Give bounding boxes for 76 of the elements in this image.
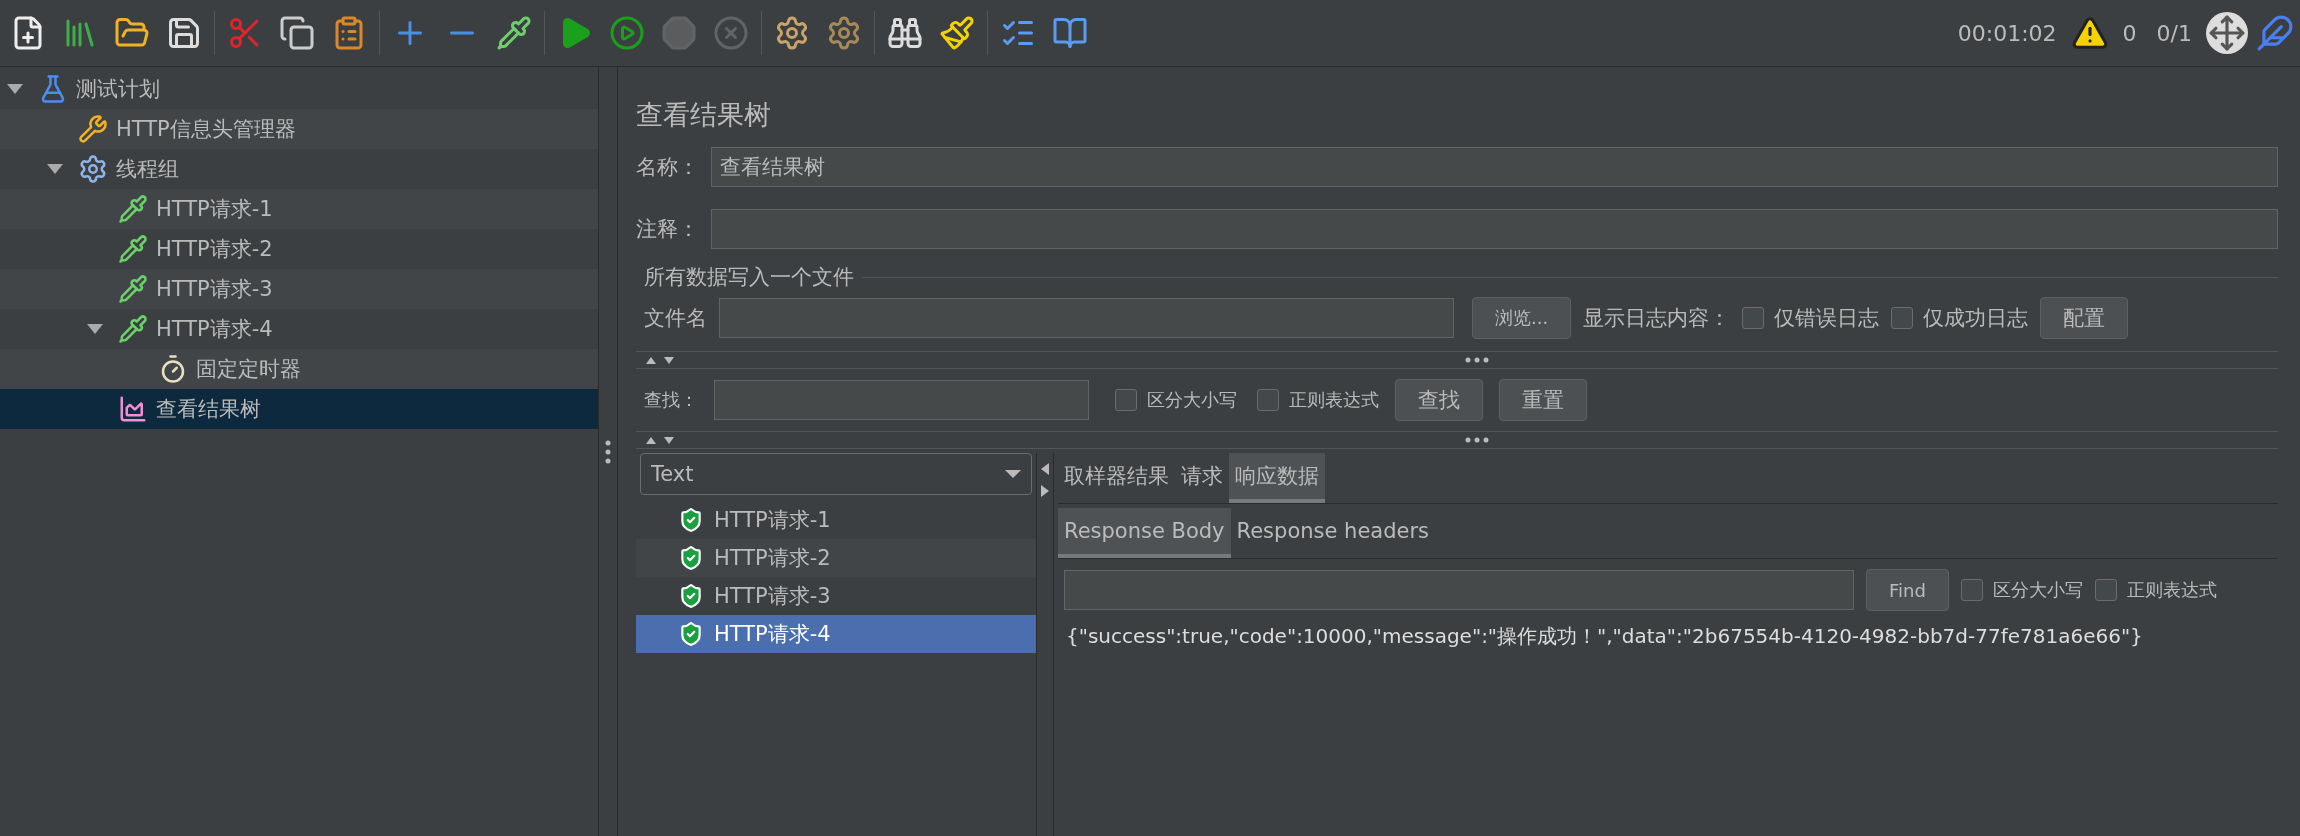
- shield-check-icon: [678, 583, 704, 609]
- result-label: HTTP请求-1: [714, 507, 831, 534]
- checkbox[interactable]: [1115, 389, 1137, 411]
- wrench-icon: [78, 114, 108, 144]
- result-label: HTTP请求-2: [714, 545, 831, 572]
- checkbox-label: 区分大小写: [1992, 578, 2083, 602]
- tree-item[interactable]: 查看结果树: [0, 389, 598, 429]
- area-chart-icon: [118, 394, 148, 424]
- browse-button[interactable]: 浏览...: [1472, 297, 1572, 339]
- search-label: 查找：: [644, 388, 698, 412]
- checkbox[interactable]: [2094, 579, 2117, 601]
- tree-item[interactable]: HTTP请求-1: [0, 189, 598, 229]
- drag-handle-icon[interactable]: [605, 439, 611, 464]
- result-label: HTTP请求-4: [714, 621, 831, 648]
- name-field[interactable]: 查看结果树: [711, 147, 2278, 187]
- result-label: HTTP请求-3: [714, 583, 831, 610]
- expand-triangle-icon[interactable]: [47, 163, 63, 175]
- response-tab[interactable]: Response Body: [1058, 508, 1231, 558]
- pipette-icon: [118, 194, 148, 224]
- collapse-arrows-icon[interactable]: [646, 435, 676, 445]
- log-content-label: 显示日志内容：: [1583, 305, 1731, 332]
- result-item[interactable]: HTTP请求-3: [636, 577, 1036, 615]
- configure-button[interactable]: 配置: [2040, 297, 2129, 339]
- dropdown-caret-icon: [1005, 469, 1021, 479]
- find-button[interactable]: Find: [1866, 569, 1949, 611]
- checkbox[interactable]: [1257, 389, 1279, 411]
- drag-handle-icon[interactable]: [1465, 437, 1489, 443]
- search-action-button[interactable]: 查找: [1395, 379, 1483, 421]
- warning-count: 0: [2122, 20, 2137, 46]
- checkbox-label: 仅错误日志: [1774, 305, 1880, 332]
- response-tab[interactable]: Response headers: [1230, 508, 1435, 558]
- checkbox-label: 正则表达式: [2126, 578, 2217, 602]
- pipette-icon: [118, 234, 148, 264]
- filename-field[interactable]: [719, 298, 1454, 338]
- gear-icon: [78, 154, 108, 184]
- elapsed-time: 00:01:02: [1957, 20, 2057, 46]
- checkbox[interactable]: [1891, 307, 1914, 329]
- collapse-arrows-icon[interactable]: [646, 355, 676, 365]
- result-tab[interactable]: 请求: [1175, 453, 1229, 503]
- feather-icon[interactable]: [2256, 14, 2294, 52]
- checkbox-label: 仅成功日志: [1923, 305, 2029, 332]
- warning-icon[interactable]: [2070, 14, 2109, 52]
- find-field[interactable]: [1064, 570, 1854, 610]
- thread-count: 0/1: [2156, 20, 2192, 46]
- result-item[interactable]: HTTP请求-2: [636, 539, 1036, 577]
- result-tab[interactable]: 取样器结果: [1058, 453, 1175, 503]
- comment-label: 注释：: [636, 216, 699, 243]
- result-item[interactable]: HTTP请求-1: [636, 501, 1036, 539]
- checkbox-label: 区分大小写: [1147, 388, 1237, 412]
- shield-check-icon: [678, 621, 704, 647]
- renderer-dropdown[interactable]: Text: [640, 453, 1032, 495]
- checkbox[interactable]: [1742, 307, 1765, 329]
- tree-item[interactable]: HTTP请求-3: [0, 269, 598, 309]
- section-legend: 所有数据写入一个文件: [636, 263, 862, 291]
- checkbox-label: 正则表达式: [1289, 388, 1379, 412]
- search-action-button[interactable]: 重置: [1499, 379, 1587, 421]
- tree-item[interactable]: 固定定时器: [0, 349, 598, 389]
- pipette-icon: [118, 314, 148, 344]
- expand-triangle-icon[interactable]: [7, 83, 23, 95]
- tree-item[interactable]: HTTP信息头管理器: [0, 109, 598, 149]
- shield-check-icon: [678, 507, 704, 533]
- checkbox[interactable]: [1960, 579, 1983, 601]
- split-arrows-icon[interactable]: [1040, 463, 1050, 497]
- expand-triangle-icon[interactable]: [87, 323, 103, 335]
- name-label: 名称：: [636, 154, 699, 181]
- comment-field[interactable]: [711, 209, 2278, 249]
- result-tab[interactable]: 响应数据: [1229, 453, 1325, 503]
- pipette-icon: [118, 274, 148, 304]
- move-icon[interactable]: [2206, 12, 2248, 54]
- shield-check-icon: [678, 545, 704, 571]
- result-item[interactable]: HTTP请求-4: [636, 615, 1036, 653]
- search-field[interactable]: [714, 380, 1089, 420]
- filename-label: 文件名: [644, 305, 707, 332]
- response-body-text: {"success":true,"code":10000,"message":"操作成功！","data":"2b67554b-4120-4982-bb7d-77fe781a6e66"}: [1065, 623, 2144, 650]
- panel-title: 查看结果树: [636, 98, 772, 132]
- drag-handle-icon[interactable]: [1465, 357, 1489, 363]
